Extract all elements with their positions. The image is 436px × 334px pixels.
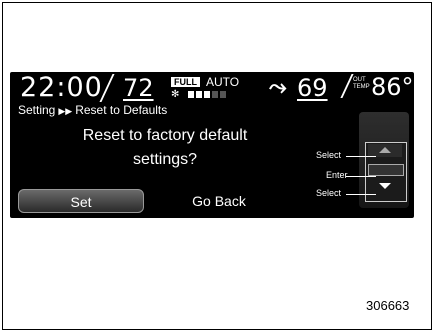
outside-temp-label-line2: TEMP [353, 84, 370, 90]
display-screen: 22:00 72 FULL AUTO ✻ ⤳ 69 OUT TEMP 86°F … [10, 72, 414, 218]
enter-icon[interactable] [368, 164, 404, 176]
question-line2: settings? [132, 151, 198, 168]
driver-temp[interactable]: 72 [123, 74, 154, 102]
climate-status-bar: 22:00 72 FULL AUTO ✻ ⤳ 69 OUT TEMP 86°F [10, 72, 414, 103]
climate-mode: AUTO [206, 75, 240, 89]
leader-line [346, 156, 376, 157]
fan-bar [220, 91, 226, 98]
divider [340, 74, 354, 98]
breadcrumb: Setting ▶▶ Reset to Defaults [18, 103, 167, 117]
select-up-label: Select [316, 150, 342, 160]
leader-line [346, 194, 376, 195]
confirmation-question: Reset to factory default settings? [10, 124, 320, 172]
leader-line [346, 176, 376, 177]
passenger-temp[interactable]: 69 [297, 74, 328, 102]
select-down-label: Select [316, 188, 342, 198]
enter-label: Enter [326, 170, 348, 180]
set-button[interactable]: Set [18, 189, 144, 213]
breadcrumb-parent[interactable]: Setting [18, 103, 55, 117]
fan-icon: ✻ [171, 89, 180, 100]
clock: 22:00 [20, 72, 103, 103]
breadcrumb-separator: ▶▶ [58, 106, 73, 116]
fan-bar [188, 91, 194, 98]
breadcrumb-current: Reset to Defaults [75, 103, 168, 117]
fan-mode-badge: FULL [171, 77, 200, 87]
outside-temp-label: OUT TEMP [353, 77, 370, 91]
figure-id: 306663 [366, 298, 410, 313]
fan-bar [212, 91, 218, 98]
fan-bar [196, 91, 202, 98]
fan-bar [204, 91, 210, 98]
fan-speed-indicator [188, 91, 226, 98]
go-back-button[interactable]: Go Back [164, 189, 274, 213]
airflow-icon: ⤳ [269, 74, 287, 99]
outside-temp: 86°F [371, 73, 414, 101]
outside-temp-label-line1: OUT [353, 77, 366, 83]
select-down-icon[interactable] [368, 180, 402, 194]
question-line1: Reset to factory default [82, 127, 248, 144]
